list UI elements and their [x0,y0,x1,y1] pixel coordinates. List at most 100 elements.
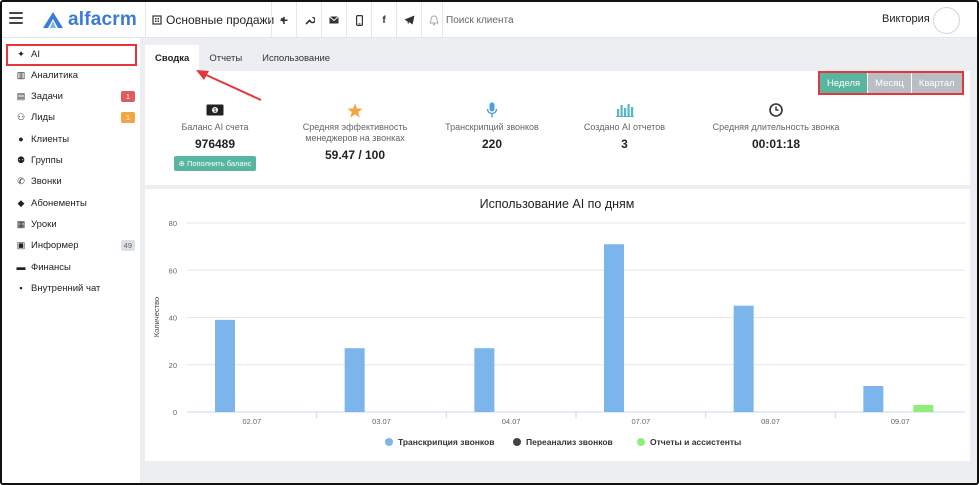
stat-label: Баланс AI счета [181,122,249,132]
money-icon: ▬ [16,262,26,272]
sidebar-item-4[interactable]: ⚇ Лиды 1 [15,109,135,127]
branch-selector[interactable]: Основные продажи ▼ [152,2,286,38]
mail-icon[interactable] [322,2,346,38]
branch-label: Основные продажи [166,13,275,27]
menu-icon[interactable] [9,12,23,24]
calendar-icon: ▦ [16,218,26,229]
star-icon [285,102,425,118]
user-icon: ● [18,134,24,145]
avatar[interactable] [933,7,960,34]
main-content: Сводка Отчеты Использование Неделя Месяц Ква… [140,38,977,483]
user-plus-icon: ⚇ [16,112,26,123]
sidebar-item-7[interactable]: ✆ Звонки [15,173,135,191]
sidebar-item-label: Аналитика [31,69,79,81]
period-selector: Неделя Месяц Квартал [818,71,964,95]
telegram-icon[interactable] [397,2,421,38]
tab-3[interactable]: Использование [252,45,340,71]
count-badge: 1 [121,111,135,123]
tab-2[interactable]: Отчеты [199,45,252,71]
stat-card-1: $ Баланс AI счета 976489 ⊕ Пополнить баланс [150,102,280,171]
sidebar-item-label: Клиенты [31,133,70,145]
sidebar-item-12[interactable]: ▪ Внутренний чат [15,279,135,297]
highlight-box-ai [6,44,137,66]
sidebar-item-2[interactable]: ▥ Аналитика [15,66,135,84]
tab-1[interactable]: Сводка [145,45,200,71]
count-badge: 49 [120,239,135,251]
bar-3-09.07 [913,404,934,412]
y-axis-label: Количество [152,297,161,337]
plus-icon[interactable]: + [272,2,296,38]
sidebar-item-5[interactable]: ● Клиенты [15,130,135,148]
legend-label: Транскрипция звонков [398,437,494,447]
sidebar-item-3[interactable]: ▤ Задачи 1 [15,88,135,106]
stat-label: Создано AI отчетов [583,122,666,132]
y-tick-label: 40 [169,314,177,323]
tab-bar: Сводка Отчеты Использование [145,45,340,71]
logo-icon [43,12,63,28]
wrench-icon[interactable] [297,2,321,38]
period-button-2[interactable]: Месяц [868,73,912,93]
bar-chart-icon [572,102,677,118]
facebook-icon[interactable]: f [372,2,396,38]
bar-1-04.07 [474,348,495,412]
money-bill-icon: $ [150,102,280,118]
sidebar-item-9[interactable]: ▦ Уроки [15,215,135,233]
logo[interactable]: alfacrm [42,8,137,32]
y-tick-label: 0 [173,408,177,417]
stat-card-5: Средняя длительность звонка 00:01:18 [700,102,852,151]
search-input[interactable] [442,10,742,30]
users-icon: ⚉ [16,155,26,165]
top-up-button[interactable]: ⊕ Пополнить баланс [173,156,257,171]
phone-icon: ✆ [17,176,25,187]
stat-value: 3 [621,137,628,151]
user-name[interactable]: Виктория [882,13,930,25]
newspaper-icon: ▣ [16,240,26,251]
sidebar-item-label: Информер [31,240,79,252]
x-tick-label: 07.07 [631,417,650,426]
bar-1-08.07 [733,305,754,412]
stat-card-3: Транскрипций звонков 220 [432,102,552,151]
sidebar-item-label: Финансы [31,261,71,273]
top-bar: alfacrm Основные продажи ▼ + f Поиск кли… [2,2,977,38]
bar-1-07.07 [604,244,624,412]
bar-1-09.07 [863,386,884,412]
sidebar-item-6[interactable]: ⚉ Группы [15,152,135,170]
stat-value: 976489 [194,137,236,151]
x-tick-label: 03.07 [372,417,391,426]
x-tick-label: 02.07 [242,417,261,426]
stat-label: Транскрипций звонков [445,122,539,132]
sidebar-item-8[interactable]: ◆ Абонементы [15,194,135,212]
x-tick-label: 08.07 [761,417,780,426]
sidebar-item-label: Уроки [31,218,57,230]
stat-label: Средняя эффективность менеджеров на звон… [302,122,408,143]
sidebar-item-label: Внутренний чат [31,282,101,294]
sidebar-item-11[interactable]: ▬ Финансы [15,258,135,276]
building-icon [152,15,162,25]
stat-card-4: Создано AI отчетов 3 [572,102,677,151]
mobile-icon[interactable] [347,2,371,38]
logo-text: alfacrm [68,9,137,30]
sidebar-item-label: Задачи [31,91,63,103]
svg-text:$: $ [214,108,217,114]
stat-card-2: Средняя эффективность менеджеров на звон… [285,102,425,162]
legend-label: Переанализ звонков [526,437,613,447]
sidebar-item-label: Группы [31,155,63,166]
bar-1-02.07 [215,319,235,412]
tasks-icon: ▤ [16,91,26,102]
chat-icon: ▪ [19,283,23,294]
legend-marker [385,438,393,446]
microphone-icon [432,102,552,118]
legend-label: Отчеты и ассистенты [650,437,741,447]
sidebar-item-10[interactable]: ▣ Информер 49 [15,237,135,255]
divider [145,2,146,38]
count-badge: 1 [121,90,135,102]
usage-chart: Использование AI по дням 0 20 40 60 80 Количес… [152,197,965,447]
period-button-1[interactable]: Неделя [820,73,869,93]
sidebar-item-label: Лиды [31,112,55,124]
stat-label: Средняя длительность звонка [712,122,840,132]
app-window: alfacrm Основные продажи ▼ + f Поиск кли… [0,0,979,485]
stat-value: 00:01:18 [751,137,801,151]
tag-icon: ◆ [17,197,25,208]
chart-panel: Использование AI по дням 0 20 40 60 80 Количес… [145,189,970,461]
period-button-3[interactable]: Квартал [911,73,962,93]
